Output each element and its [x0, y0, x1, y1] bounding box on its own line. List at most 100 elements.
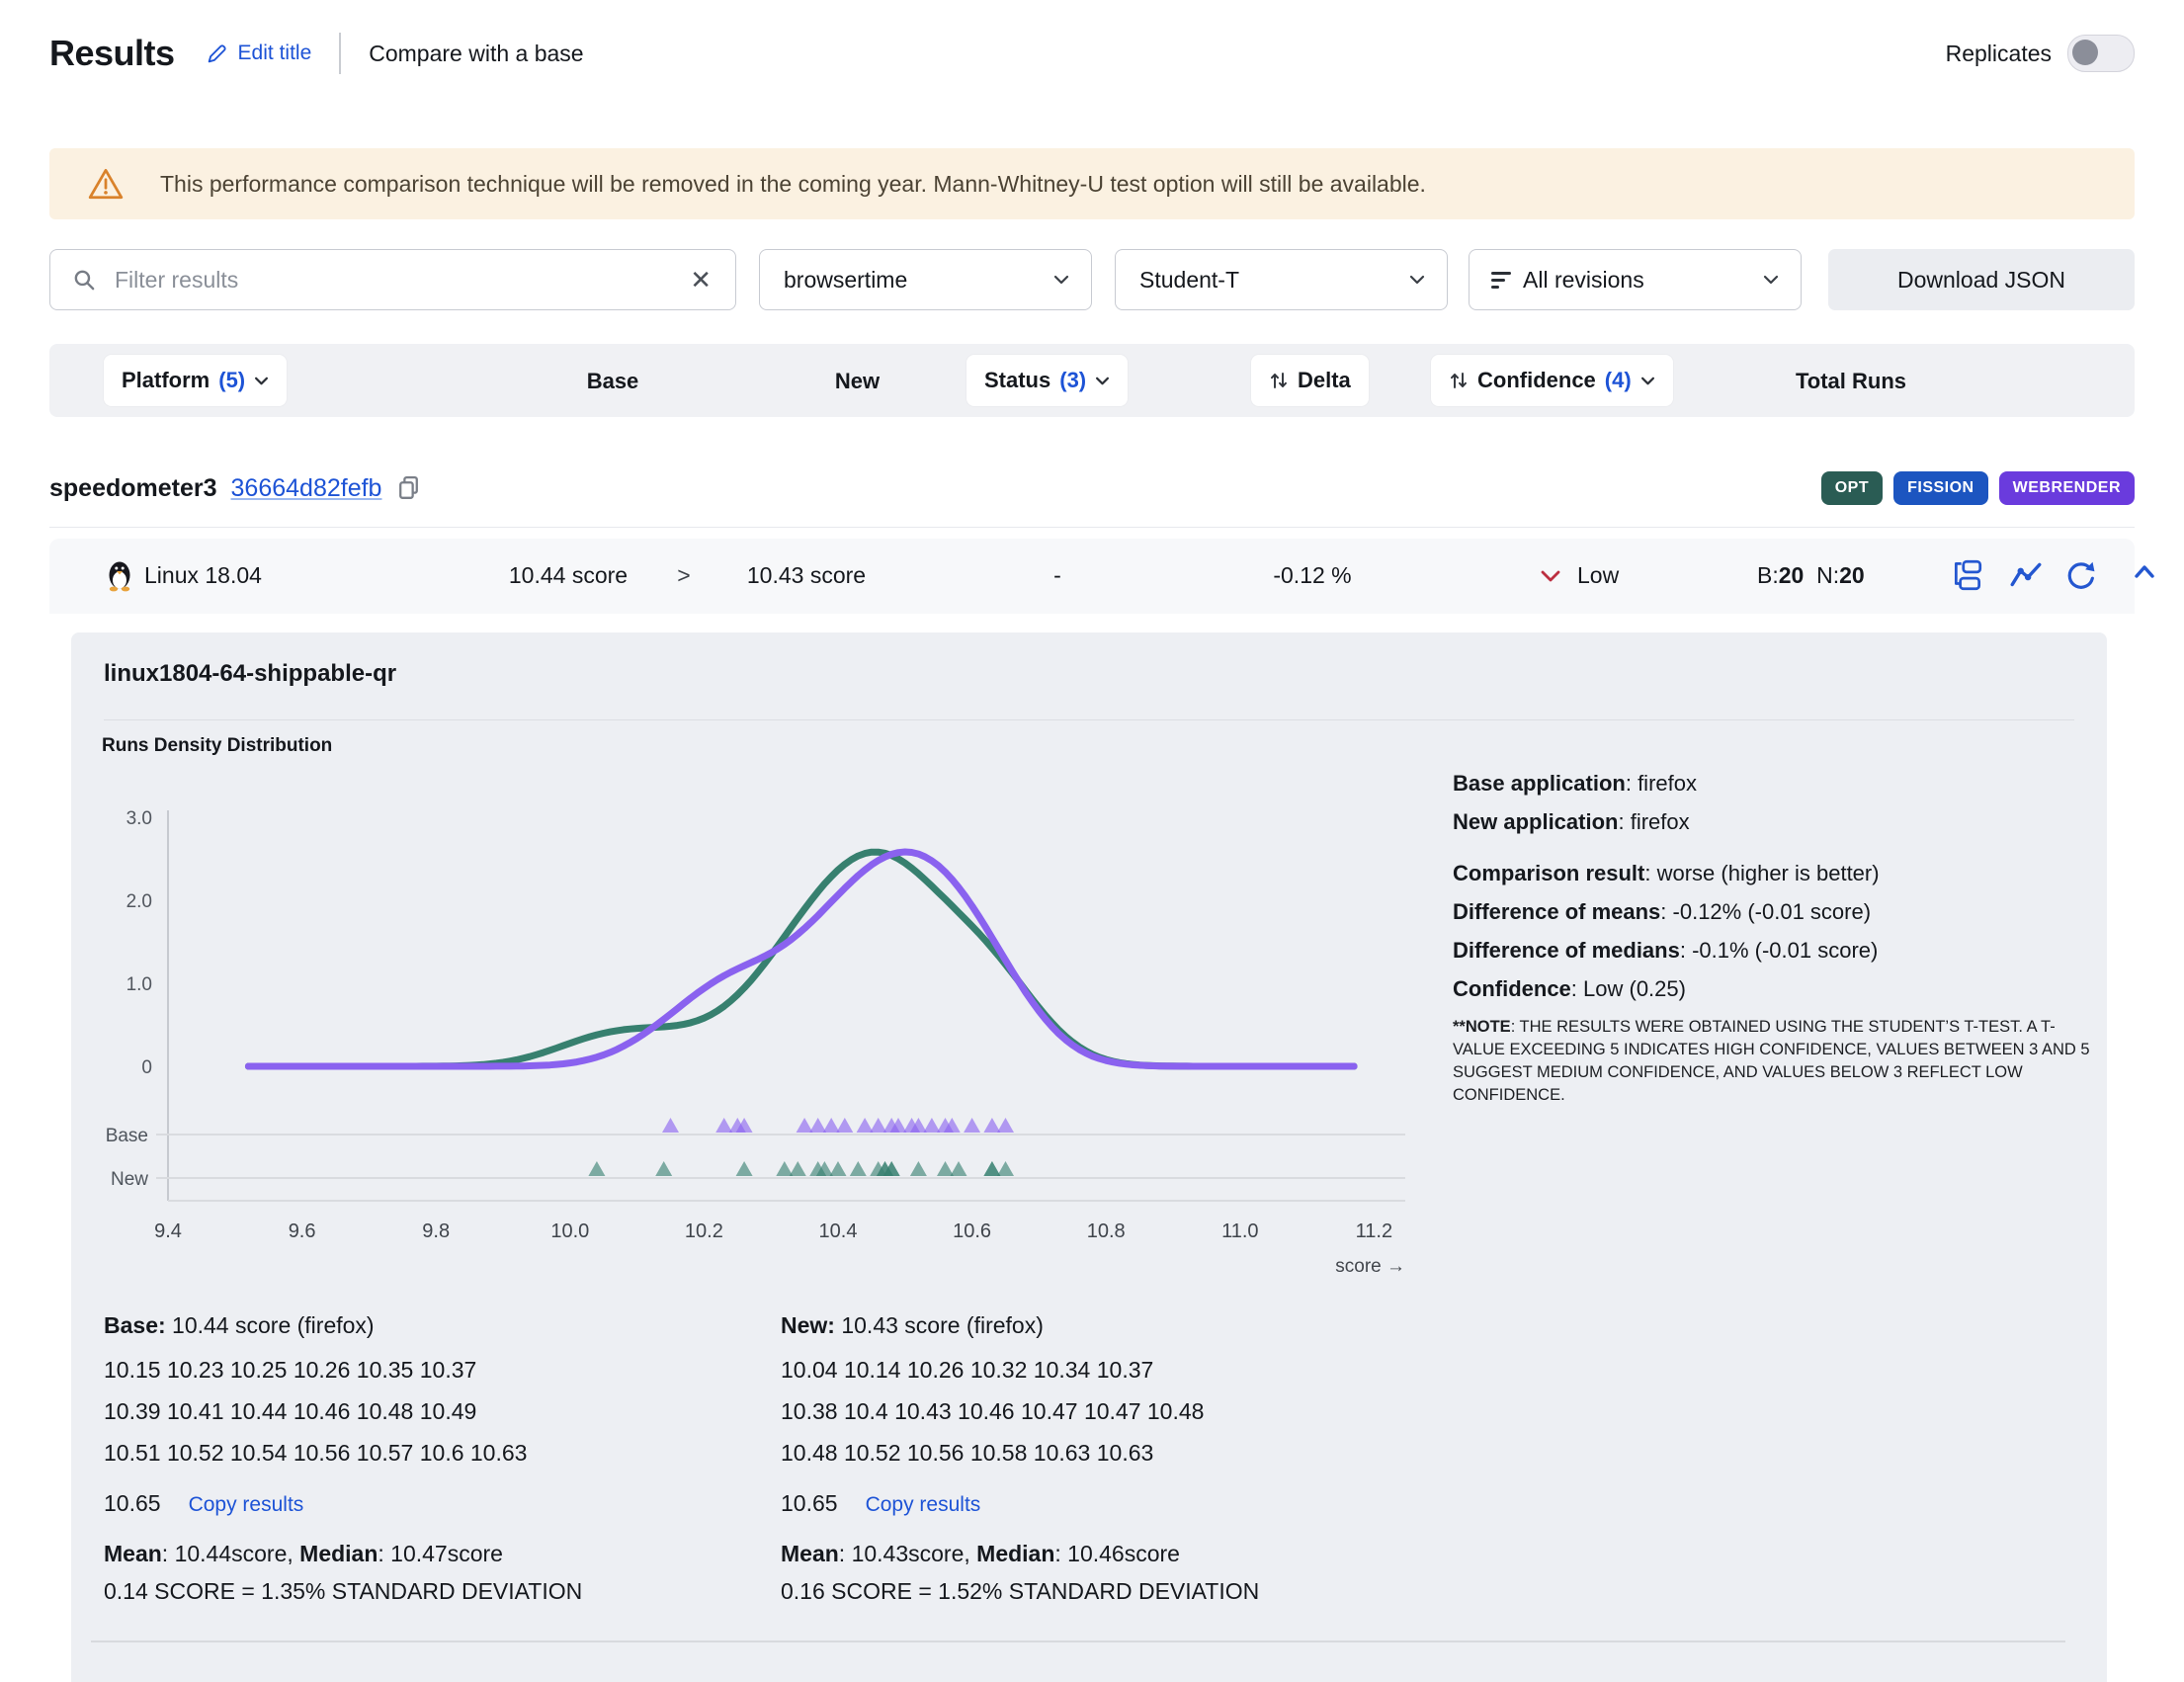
- framework-selected: browsertime: [784, 267, 907, 294]
- confidence-label: Confidence: [1477, 368, 1596, 393]
- chart-title: Runs Density Distribution: [102, 735, 332, 757]
- chevron-up-icon: [2129, 558, 2160, 586]
- search-icon: [72, 268, 97, 293]
- test-selected: Student-T: [1139, 267, 1239, 294]
- page-header: Results Edit title Compare with a base R…: [49, 24, 2135, 83]
- graph-button[interactable]: [2008, 558, 2044, 592]
- clear-search-icon[interactable]: ✕: [690, 265, 712, 295]
- filters-bar: ✕ browsertime Student-T All revisions Do…: [49, 249, 2135, 312]
- svg-text:10.8: 10.8: [1087, 1220, 1126, 1242]
- chevron-down-icon: [1053, 275, 1069, 285]
- svg-text:2.0: 2.0: [126, 891, 152, 912]
- base-runs-label: B:: [1757, 562, 1779, 588]
- new-stats-heading: New: 10.43 score (firefox): [781, 1312, 1433, 1339]
- copy-revision-button[interactable]: [395, 474, 422, 503]
- new-last-value: 10.65: [781, 1490, 838, 1517]
- confidence-row: Confidence: Low (0.25): [1453, 969, 2093, 1008]
- linux-penguin-icon: [105, 558, 134, 592]
- refresh-icon: [2063, 558, 2097, 592]
- test-name: speedometer3: [49, 474, 217, 503]
- total-runs-cell: B:20 N:20: [1757, 562, 1865, 589]
- ttest-note: **NOTE: THE RESULTS WERE OBTAINED USING …: [1453, 1016, 2093, 1107]
- page-title: Results: [49, 33, 175, 74]
- svg-text:score →: score →: [1335, 1256, 1405, 1277]
- replicates-toggle[interactable]: [2067, 35, 2135, 72]
- confidence-count: (4): [1605, 368, 1632, 393]
- deprecation-warning-banner: This performance comparison technique wi…: [49, 148, 2135, 219]
- tag-fission: FISSION: [1893, 471, 1988, 505]
- svg-text:11.2: 11.2: [1356, 1220, 1392, 1242]
- new-copy-results-link[interactable]: Copy results: [866, 1493, 981, 1517]
- delta-sort-chip[interactable]: Delta: [1251, 355, 1369, 406]
- svg-text:10.0: 10.0: [550, 1220, 589, 1242]
- compare-subtitle: Compare with a base: [369, 41, 583, 67]
- search-box: ✕: [49, 249, 736, 310]
- delta-value: -0.12 %: [1189, 562, 1436, 589]
- base-copy-results-link[interactable]: Copy results: [189, 1493, 304, 1517]
- confidence-value: Low: [1577, 562, 1619, 589]
- search-input[interactable]: [113, 266, 690, 294]
- platform-filter-chip[interactable]: Platform (5): [104, 355, 287, 406]
- column-base: Base: [534, 369, 692, 394]
- base-values-line: 10.51 10.52 10.54 10.56 10.57 10.6 10.63: [104, 1440, 756, 1481]
- tag-list: OPT FISSION WEBRENDER: [1821, 471, 2135, 505]
- svg-text:10.4: 10.4: [819, 1220, 858, 1242]
- status-filter-chip[interactable]: Status (3): [966, 355, 1128, 406]
- tag-opt: OPT: [1821, 471, 1883, 505]
- subtest-panel: linux1804-64-shippable-qr Runs Density D…: [71, 632, 2107, 1682]
- subtests-button[interactable]: [1950, 558, 1985, 592]
- svg-text:9.6: 9.6: [289, 1220, 316, 1242]
- base-last-value: 10.65: [104, 1490, 161, 1517]
- column-new: New: [781, 369, 934, 394]
- new-values-line: 10.04 10.14 10.26 10.32 10.34 10.37: [781, 1357, 1433, 1398]
- runs-density-chart: 01.02.03.0BaseNew9.49.69.810.010.210.410…: [99, 771, 1423, 1287]
- regression-chevron-down-icon: [1540, 569, 1561, 583]
- platform-count: (5): [218, 368, 245, 393]
- svg-text:9.8: 9.8: [422, 1220, 450, 1242]
- revision-link[interactable]: 36664d82fefb: [231, 474, 382, 503]
- edit-title-button[interactable]: Edit title: [205, 42, 312, 66]
- base-values-line: 10.15 10.23 10.25 10.26 10.35 10.37: [104, 1357, 756, 1398]
- section-divider: [91, 1640, 2065, 1642]
- svg-text:10.2: 10.2: [685, 1220, 723, 1242]
- difference-medians-row: Difference of medians: -0.1% (-0.01 scor…: [1453, 931, 2093, 969]
- subtest-title: linux1804-64-shippable-qr: [104, 660, 396, 688]
- download-json-button[interactable]: Download JSON: [1828, 249, 2135, 310]
- revisions-selected: All revisions: [1523, 267, 1644, 294]
- warning-text: This performance comparison technique wi…: [160, 171, 1426, 198]
- new-mean-row: Mean: 10.43score, Median: 10.46score: [781, 1541, 1433, 1567]
- difference-means-row: Difference of means: -0.12% (-0.01 score…: [1453, 892, 2093, 931]
- svg-text:9.4: 9.4: [154, 1220, 182, 1242]
- warning-icon: [87, 166, 125, 202]
- status-value: -: [1033, 562, 1082, 589]
- chevron-down-icon: [1640, 377, 1655, 385]
- comparison-result-row: Comparison result: worse (higher is bett…: [1453, 854, 2093, 892]
- status-label: Status: [984, 368, 1050, 393]
- chevron-down-icon: [1095, 377, 1110, 385]
- new-values-line: 10.48 10.52 10.56 10.58 10.63 10.63: [781, 1440, 1433, 1481]
- edit-title-label: Edit title: [238, 42, 312, 65]
- subtests-tree-icon: [1950, 558, 1985, 592]
- platform-name: Linux 18.04: [144, 562, 262, 589]
- base-stats-heading: Base: 10.44 score (firefox): [104, 1312, 756, 1339]
- base-stats-column: Base: 10.44 score (firefox) 10.15 10.23 …: [104, 1312, 756, 1605]
- framework-dropdown[interactable]: browsertime: [759, 249, 1092, 310]
- svg-text:11.0: 11.0: [1221, 1220, 1258, 1242]
- base-score: 10.44 score: [445, 562, 692, 589]
- test-dropdown[interactable]: Student-T: [1115, 249, 1448, 310]
- pencil-icon: [205, 42, 229, 66]
- new-application-row: New application: firefox: [1453, 802, 2093, 841]
- revisions-dropdown[interactable]: All revisions: [1469, 249, 1802, 310]
- base-stddev-row: 0.14 SCORE = 1.35% STANDARD DEVIATION: [104, 1578, 756, 1605]
- sort-arrows-icon: [1269, 370, 1289, 391]
- base-application-row: Base application: firefox: [1453, 764, 2093, 802]
- new-values-line: 10.38 10.4 10.43 10.46 10.47 10.47 10.48: [781, 1398, 1433, 1440]
- replicates-label: Replicates: [1946, 41, 2052, 67]
- base-values-line: 10.39 10.41 10.44 10.46 10.48 10.49: [104, 1398, 756, 1440]
- result-group-header: speedometer3 36664d82fefb OPT FISSION WE…: [49, 450, 2135, 528]
- collapse-row-button[interactable]: [2129, 558, 2160, 586]
- retrigger-button[interactable]: [2063, 558, 2097, 592]
- confidence-sort-chip[interactable]: Confidence (4): [1431, 355, 1673, 406]
- svg-text:0: 0: [141, 1057, 152, 1078]
- new-stats-column: New: 10.43 score (firefox) 10.04 10.14 1…: [781, 1312, 1433, 1605]
